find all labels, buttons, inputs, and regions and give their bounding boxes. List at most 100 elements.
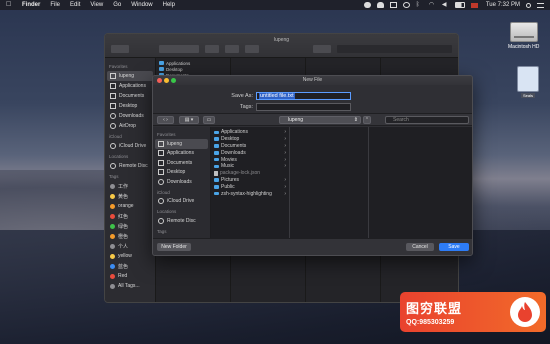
- file-list-item[interactable]: Public ›: [211, 183, 289, 190]
- finder-sidebar-tag[interactable]: 绿色: [107, 221, 153, 231]
- finder-sidebar-tag[interactable]: 个人: [107, 241, 153, 251]
- file-list-item[interactable]: Downloads ›: [211, 149, 289, 156]
- dialog-titlebar: New File: [153, 76, 472, 85]
- finder-sidebar-tag[interactable]: All Tags...: [107, 281, 153, 291]
- sidebar-item-downloads[interactable]: Downloads: [155, 177, 208, 187]
- dialog-toolbar: ‹ › ▤ ▾ ▭ lupeng ⇕ ⌃ Search: [153, 113, 472, 126]
- location-select[interactable]: lupeng ⇕: [279, 116, 361, 124]
- sidebar-item-desktop[interactable]: Desktop: [155, 168, 208, 178]
- action-button[interactable]: [225, 45, 239, 53]
- file-list-item[interactable]: Music ›: [211, 163, 289, 170]
- minimize-button[interactable]: [164, 78, 169, 83]
- menu-edit[interactable]: Edit: [70, 2, 80, 8]
- finder-sidebar-tag[interactable]: 红色: [107, 211, 153, 221]
- tag-icon[interactable]: [389, 2, 397, 8]
- finder-sidebar-item-downloads[interactable]: Downloads: [107, 111, 153, 121]
- view-options-button[interactable]: ▤ ▾: [179, 116, 199, 124]
- tags-field[interactable]: [256, 103, 351, 111]
- finder-sidebar-item-applications[interactable]: Applications: [107, 81, 153, 91]
- spotlight-icon[interactable]: [526, 2, 531, 8]
- save-dialog[interactable]: New File Save As: untitled file.txt Tags…: [152, 75, 473, 256]
- time-machine-icon[interactable]: [402, 2, 410, 8]
- tag-label: 蓝色: [118, 263, 129, 270]
- finder-sidebar-tag[interactable]: orange: [107, 201, 153, 211]
- menu-clock[interactable]: Tue 7:32 PM: [486, 2, 520, 8]
- watermark-contact: QQ:985303259: [406, 319, 455, 326]
- back-forward-buttons[interactable]: ‹ ›: [157, 116, 174, 124]
- flag-icon[interactable]: [470, 2, 478, 8]
- menu-help[interactable]: Help: [163, 2, 175, 8]
- folder-icon: [214, 144, 219, 148]
- finder-search-field[interactable]: [337, 45, 452, 53]
- file-list-item[interactable]: package-lock.json: [211, 170, 289, 177]
- save-button[interactable]: Save: [439, 243, 469, 251]
- finder-sidebar-item-lupeng[interactable]: lupeng: [107, 71, 153, 81]
- file-name: Movies: [221, 156, 237, 163]
- cloud-icon[interactable]: [376, 2, 384, 8]
- group-button[interactable]: [205, 45, 219, 53]
- expand-button[interactable]: ⌃: [363, 116, 371, 124]
- sidebar-item-lupeng[interactable]: lupeng: [155, 139, 208, 149]
- finder-sidebar-item-documents[interactable]: Documents: [107, 91, 153, 101]
- volume-icon[interactable]: ◀: [442, 2, 449, 8]
- finder-sidebar-item-airdrop[interactable]: AirDrop: [107, 121, 153, 131]
- file-name: package-lock.json: [220, 170, 261, 177]
- file-list-item[interactable]: Pictures ›: [211, 177, 289, 184]
- apple-icon[interactable]: : [6, 1, 14, 9]
- menu-finder[interactable]: Finder: [22, 2, 40, 8]
- sidebar-item-label: Desktop: [167, 169, 186, 176]
- notification-center-icon[interactable]: [537, 2, 544, 8]
- chevron-right-icon: ›: [284, 163, 286, 170]
- path-button[interactable]: [313, 45, 331, 53]
- save-as-label: Save As:: [231, 93, 253, 99]
- cancel-button[interactable]: Cancel: [406, 243, 434, 251]
- finder-sidebar-tag[interactable]: Red: [107, 271, 153, 281]
- finder-sidebar-tag[interactable]: 黄色: [107, 191, 153, 201]
- back-forward-buttons[interactable]: [111, 45, 129, 53]
- menu-view[interactable]: View: [90, 2, 103, 8]
- wechat-icon[interactable]: [363, 2, 371, 8]
- finder-titlebar[interactable]: lupeng: [105, 34, 458, 58]
- file-list-item[interactable]: Documents ›: [211, 143, 289, 150]
- sidebar-item-icloud-drive[interactable]: iCloud Drive: [155, 197, 208, 207]
- desktop-file-icon[interactable]: Seals: [517, 66, 539, 98]
- finder-sidebar-item-remote-disc[interactable]: Remote Disc: [107, 161, 153, 171]
- new-folder-icon-button[interactable]: ▭: [203, 116, 215, 124]
- desktop-hd-icon[interactable]: Macintosh HD: [508, 22, 539, 50]
- desktop-file-label: Seals: [520, 93, 535, 98]
- file-list-item[interactable]: Movies ›: [211, 156, 289, 163]
- file-list-item[interactable]: Applications ›: [211, 129, 289, 136]
- file-list-item[interactable]: Desktop ›: [211, 136, 289, 143]
- finder-sidebar-tag[interactable]: 工作: [107, 181, 153, 191]
- save-as-field[interactable]: untitled file.txt: [256, 92, 351, 100]
- folder-icon: [214, 157, 219, 162]
- view-mode-buttons[interactable]: [159, 45, 199, 53]
- sidebar-item-label: Desktop: [119, 103, 138, 109]
- folder-icon: [214, 178, 219, 182]
- finder-sidebar-item-icloud-drive[interactable]: iCloud Drive: [107, 141, 153, 151]
- menu-go[interactable]: Go: [113, 2, 121, 8]
- menu-window[interactable]: Window: [131, 2, 152, 8]
- menu-file[interactable]: File: [50, 2, 60, 8]
- sidebar-item-label: Remote Disc: [119, 163, 148, 169]
- folder-icon: [159, 61, 164, 65]
- sidebar-item-label: Documents: [167, 159, 193, 166]
- finder-sidebar-tag[interactable]: 蓝色: [107, 261, 153, 271]
- sidebar-item-documents[interactable]: Documents: [155, 158, 208, 168]
- sidebar-item-remote-disc[interactable]: Remote Disc: [155, 216, 208, 226]
- new-folder-button[interactable]: New Folder: [157, 243, 191, 251]
- finder-sidebar-item-desktop[interactable]: Desktop: [107, 101, 153, 111]
- search-input[interactable]: Search: [385, 116, 469, 124]
- dialog-icloud-heading: iCloud: [157, 189, 170, 195]
- sidebar-item-applications[interactable]: Applications: [155, 149, 208, 159]
- file-list-item[interactable]: zsh-syntax-highlighting ›: [211, 190, 289, 197]
- wifi-icon[interactable]: ◠: [429, 2, 436, 8]
- close-button[interactable]: [157, 78, 162, 83]
- share-button[interactable]: [245, 45, 259, 53]
- watermark-text: 图穷联盟 QQ:985303259: [406, 298, 462, 326]
- bluetooth-icon[interactable]: ᛒ: [416, 2, 423, 8]
- finder-sidebar-tag[interactable]: 橙色: [107, 231, 153, 241]
- battery-icon[interactable]: [454, 2, 465, 8]
- zoom-button[interactable]: [171, 78, 176, 83]
- finder-sidebar-tag[interactable]: yellow: [107, 251, 153, 261]
